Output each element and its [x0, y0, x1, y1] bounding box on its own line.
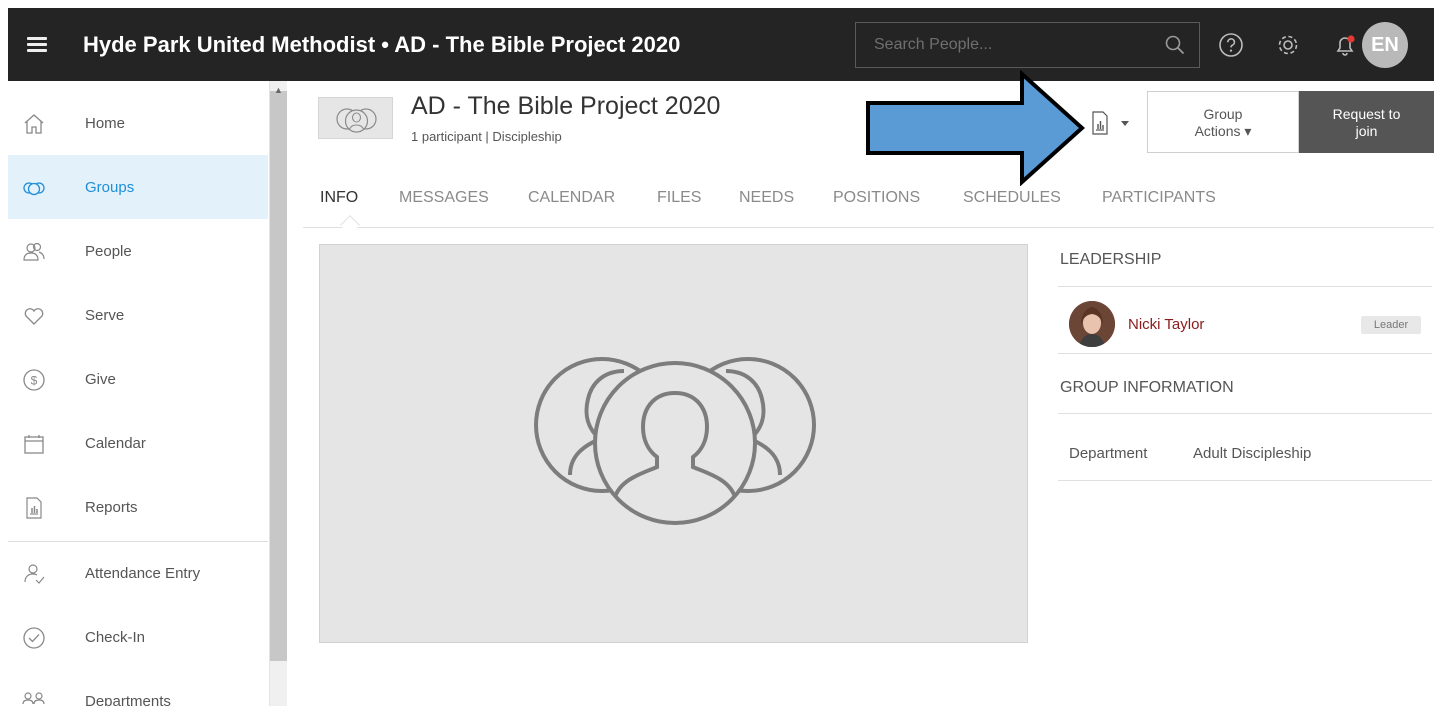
scrollbar-thumb[interactable] [270, 91, 287, 661]
group-image-placeholder [319, 244, 1028, 643]
scroll-up-arrow[interactable]: ▲ [274, 85, 283, 95]
attendance-icon [24, 564, 45, 584]
reports-icon [26, 497, 42, 519]
annotation-arrow [866, 70, 1085, 186]
group-placeholder-icon [534, 357, 816, 525]
sidebar-item-home[interactable]: Home [8, 91, 268, 155]
group-thumbnail [318, 97, 393, 139]
sidebar-scrollbar[interactable]: ▲ [270, 81, 287, 706]
divider [1058, 353, 1432, 354]
sidebar-item-label: Attendance Entry [85, 565, 201, 582]
sidebar-item-label: Home [85, 115, 126, 132]
app-title: Hyde Park United Methodist • AD - The Bi… [83, 32, 681, 57]
user-avatar[interactable]: EN [1362, 22, 1408, 68]
sidebar-item-departments[interactable]: Departments [8, 669, 268, 706]
tab-files[interactable]: FILES [657, 189, 701, 207]
sidebar-item-label: Give [85, 371, 116, 388]
top-bar: Hyde Park United Methodist • AD - The Bi… [8, 8, 1434, 81]
people-icon [23, 242, 45, 261]
dollar-icon: $ [23, 369, 45, 391]
sidebar: Home Groups People Serve $ Give Calendar… [8, 81, 270, 706]
tab-positions[interactable]: POSITIONS [833, 189, 920, 207]
departments-icon [22, 692, 45, 705]
search-icon[interactable] [1165, 35, 1185, 55]
help-icon[interactable] [1218, 32, 1244, 58]
svg-text:$: $ [31, 374, 38, 388]
tab-info[interactable]: INFO [320, 189, 358, 207]
tab-calendar[interactable]: CALENDAR [528, 189, 615, 207]
group-actions-button[interactable]: Group Actions ▾ [1147, 91, 1299, 153]
leader-photo [1069, 301, 1115, 347]
report-dropdown-button[interactable] [1089, 108, 1139, 138]
notification-bell-icon[interactable] [1332, 32, 1358, 58]
group-information-heading: GROUP INFORMATION [1060, 379, 1234, 396]
request-to-join-button[interactable]: Request to join [1299, 91, 1434, 153]
tab-messages[interactable]: MESSAGES [399, 189, 489, 207]
sidebar-item-label: Groups [85, 179, 135, 196]
sidebar-item-label: Calendar [85, 435, 146, 452]
active-tab-indicator [340, 215, 360, 235]
menu-icon[interactable] [27, 37, 47, 52]
sidebar-item-check-in[interactable]: Check-In [8, 605, 268, 669]
sidebar-item-attendance-entry[interactable]: Attendance Entry [8, 541, 268, 605]
tab-schedules[interactable]: SCHEDULES [963, 189, 1061, 207]
gear-icon[interactable] [1275, 32, 1301, 58]
leadership-heading: LEADERSHIP [1060, 251, 1162, 268]
sidebar-item-people[interactable]: People [8, 219, 268, 283]
tab-needs[interactable]: NEEDS [739, 189, 794, 207]
department-value: Adult Discipleship [1193, 445, 1312, 462]
leader-avatar[interactable] [1069, 301, 1115, 347]
tab-participants[interactable]: PARTICIPANTS [1102, 189, 1216, 207]
sidebar-item-label: Check-In [85, 629, 146, 646]
sidebar-item-label: Serve [85, 307, 125, 324]
request-to-join-label-2: join [1355, 123, 1378, 139]
sidebar-item-label: Reports [85, 499, 138, 516]
search-box [855, 22, 1200, 68]
group-subtitle: 1 participant | Discipleship [411, 129, 562, 144]
leader-name-link[interactable]: Nicki Taylor [1128, 316, 1204, 333]
report-icon [1092, 111, 1129, 135]
divider [1058, 413, 1432, 414]
sidebar-item-reports[interactable]: Reports [8, 475, 268, 539]
search-input[interactable] [856, 23, 1156, 67]
groups-icon [23, 182, 45, 196]
sidebar-item-serve[interactable]: Serve [8, 283, 268, 347]
divider [1058, 286, 1432, 287]
heart-icon [24, 308, 44, 325]
group-actions-label: Group [1203, 106, 1243, 122]
groups-icon [336, 108, 377, 133]
request-to-join-label: Request to [1332, 106, 1401, 122]
sidebar-item-groups[interactable]: Groups [8, 155, 268, 219]
divider [1058, 480, 1432, 481]
check-icon [23, 627, 45, 649]
sidebar-item-give[interactable]: $ Give [8, 347, 268, 411]
page-title: AD - The Bible Project 2020 [411, 92, 721, 120]
calendar-icon [24, 435, 44, 454]
sidebar-item-calendar[interactable]: Calendar [8, 411, 268, 475]
leader-role-badge: Leader [1361, 316, 1421, 334]
department-label: Department [1069, 445, 1148, 462]
group-actions-label-2: Actions ▾ [1194, 123, 1252, 139]
sidebar-item-label: People [85, 243, 132, 260]
home-icon [24, 114, 44, 134]
sidebar-item-label: Departments [85, 693, 171, 706]
